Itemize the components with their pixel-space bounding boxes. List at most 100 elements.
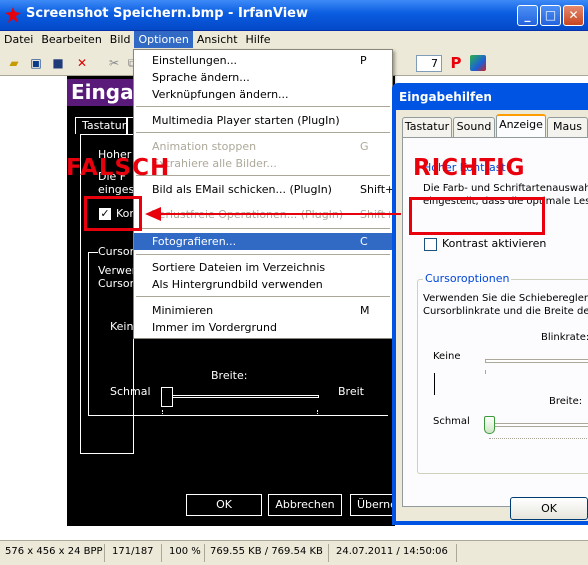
- cursor-desc-line2: Cursorblinkrate und die Breite des C: [423, 306, 588, 317]
- options-menu: Einstellungen... P Sprache ändern... Verk…: [133, 49, 404, 339]
- menu-separator: [136, 254, 390, 255]
- menu-item-label: Minimieren: [152, 304, 214, 317]
- menu-bearbeiten[interactable]: Bearbeiten: [37, 31, 105, 48]
- save-icon[interactable]: ■: [50, 55, 66, 71]
- tab-anzeige[interactable]: Anzeige: [496, 114, 546, 137]
- menu-separator: [136, 175, 390, 176]
- menu-item-label: Immer im Vordergrund: [152, 321, 277, 334]
- eingabehilfen-dialog: Eingabehilfen Tastatur Sound Anzeige Mau…: [392, 83, 588, 525]
- maximize-button[interactable]: □: [540, 5, 561, 26]
- status-datetime: 24.07.2011 / 14:50:06: [336, 546, 448, 557]
- black-abbrechen-button[interactable]: Abbrechen: [268, 494, 342, 516]
- menu-ansicht[interactable]: Ansicht: [193, 31, 242, 48]
- blinkrate-label: Blinkrate:: [541, 332, 588, 343]
- menu-bild[interactable]: Bild: [106, 31, 135, 48]
- menu-item-label: Extrahiere alle Bilder...: [152, 157, 277, 170]
- menu-item-label: Bild als EMail schicken... (PlugIn): [152, 183, 332, 196]
- status-filesize: 769.55 KB / 769.54 KB: [210, 546, 323, 557]
- black-schmal-label: Schmal: [110, 385, 151, 398]
- black-breite-slider-thumb[interactable]: [161, 387, 173, 407]
- menu-item-label: Fotografieren...: [152, 235, 237, 248]
- slideshow-icon[interactable]: ▣: [28, 55, 44, 71]
- menu-item-minimieren[interactable]: Minimieren M: [134, 302, 392, 319]
- status-zoom: 100 %: [169, 546, 201, 557]
- schmal-label: Schmal: [433, 416, 470, 427]
- breite-slider-track[interactable]: [485, 423, 588, 427]
- black-tab-tastatur-label: Tastatur: [82, 119, 127, 132]
- blinkrate-ticks: [485, 370, 588, 374]
- arrow-icon: [145, 207, 401, 221]
- menu-item-label: Einstellungen...: [152, 54, 238, 67]
- menu-item-sortiere[interactable]: Sortiere Dateien im Verzeichnis: [134, 259, 392, 276]
- menu-item-einstellungen[interactable]: Einstellungen... P: [134, 52, 392, 69]
- black-ok-button[interactable]: OK: [186, 494, 262, 516]
- status-dimensions: 576 x 456 x 24 BPP: [5, 546, 103, 557]
- menu-item-verknuepfungen[interactable]: Verknüpfungen ändern...: [134, 86, 392, 103]
- blinkrate-slider-track[interactable]: [485, 359, 588, 363]
- menu-item-label: Als Hintergrundbild verwenden: [152, 278, 323, 291]
- menu-datei[interactable]: Datei: [0, 31, 37, 48]
- breite-ticks: [489, 438, 588, 442]
- status-index: 171/187: [112, 546, 154, 557]
- menu-item-email[interactable]: Bild als EMail schicken... (PlugIn) Shift…: [134, 181, 404, 198]
- black-uebernehmen-button[interactable]: Überne: [350, 494, 397, 516]
- richtig-label: RICHTIG: [413, 155, 526, 181]
- close-button[interactable]: ✕: [563, 5, 584, 26]
- richtig-highlight-box: [409, 197, 545, 235]
- tab-sound[interactable]: Sound: [453, 117, 495, 137]
- menu-item-label: Animation stoppen: [152, 140, 257, 153]
- dialog-ok-button[interactable]: OK: [510, 497, 588, 520]
- cursor-preview: [434, 373, 435, 395]
- irfanview-logo-icon: [5, 7, 21, 23]
- menu-separator: [136, 106, 390, 107]
- effects-icon[interactable]: [470, 55, 486, 71]
- kontrast-desc-line1: Die Farb- und Schriftartenauswahl: [423, 183, 588, 194]
- menu-separator: [136, 228, 390, 229]
- menu-item-fotografieren[interactable]: Fotografieren... C: [134, 233, 392, 250]
- cursor-options-label: Cursoroptionen: [423, 272, 512, 285]
- kontrast-checkbox[interactable]: [424, 238, 437, 251]
- p-icon[interactable]: P: [448, 55, 464, 71]
- menu-item-multimedia-player[interactable]: Multimedia Player starten (PlugIn): [134, 112, 392, 129]
- minimize-button[interactable]: _: [517, 5, 538, 26]
- menu-item-vordergrund[interactable]: Immer im Vordergrund: [134, 319, 392, 336]
- delete-icon[interactable]: ✕: [74, 55, 90, 71]
- page-number-field[interactable]: 7: [416, 55, 442, 72]
- black-tick-marks: [162, 410, 318, 414]
- menu-item-sprache[interactable]: Sprache ändern...: [134, 69, 392, 86]
- menu-bar: Datei Bearbeiten Bild Optionen Ansicht Hilfe: [0, 31, 588, 49]
- breite-label: Breite:: [549, 396, 583, 407]
- tab-panel-anzeige: Hoher Kontrast Die Farb- und Schriftarte…: [402, 137, 588, 507]
- black-breit-label: Breit: [338, 385, 364, 398]
- black-tab-tastatur: Tastatur: [75, 117, 127, 134]
- menu-item-shortcut: M: [360, 304, 370, 317]
- falsch-highlight-box: [84, 196, 142, 231]
- tab-maus[interactable]: Maus: [547, 117, 588, 137]
- menu-item-animation-stoppen: Animation stoppen G: [134, 138, 392, 155]
- falsch-label: FALSCH: [66, 155, 171, 181]
- open-folder-icon[interactable]: ▰: [6, 55, 22, 71]
- menu-item-extrahiere: Extrahiere alle Bilder...: [134, 155, 392, 172]
- menu-item-label: Sortiere Dateien im Verzeichnis: [152, 261, 326, 274]
- keine-label: Keine: [433, 351, 461, 362]
- dialog-title: Eingabehilfen: [399, 90, 492, 104]
- menu-item-shortcut: G: [360, 140, 369, 153]
- cut-icon[interactable]: ✂: [106, 55, 122, 71]
- title-bar: Screenshot Speichern.bmp - IrfanView _ □…: [0, 0, 588, 31]
- black-breite-slider-track[interactable]: [165, 395, 319, 398]
- menu-item-label: Sprache ändern...: [152, 71, 250, 84]
- tab-tastatur[interactable]: Tastatur: [402, 117, 452, 137]
- kontrast-checkbox-label[interactable]: Kontrast aktivieren: [442, 237, 546, 250]
- menu-item-label: Multimedia Player starten (PlugIn): [152, 114, 340, 127]
- window-title: Screenshot Speichern.bmp - IrfanView: [26, 6, 309, 21]
- black-breite-label: Breite:: [211, 369, 248, 382]
- black-dialog-title: Einga: [71, 80, 134, 104]
- cursor-desc-line1: Verwenden Sie die Schieberegler,: [423, 293, 588, 304]
- menu-item-shortcut: C: [360, 235, 368, 248]
- menu-item-hintergrundbild[interactable]: Als Hintergrundbild verwenden: [134, 276, 392, 293]
- status-bar: 576 x 456 x 24 BPP 171/187 100 % 769.55 …: [0, 540, 588, 565]
- menu-optionen[interactable]: Optionen: [134, 31, 193, 48]
- menu-hilfe[interactable]: Hilfe: [242, 31, 275, 48]
- breite-slider-thumb[interactable]: [484, 416, 495, 434]
- menu-item-shortcut: P: [360, 54, 367, 67]
